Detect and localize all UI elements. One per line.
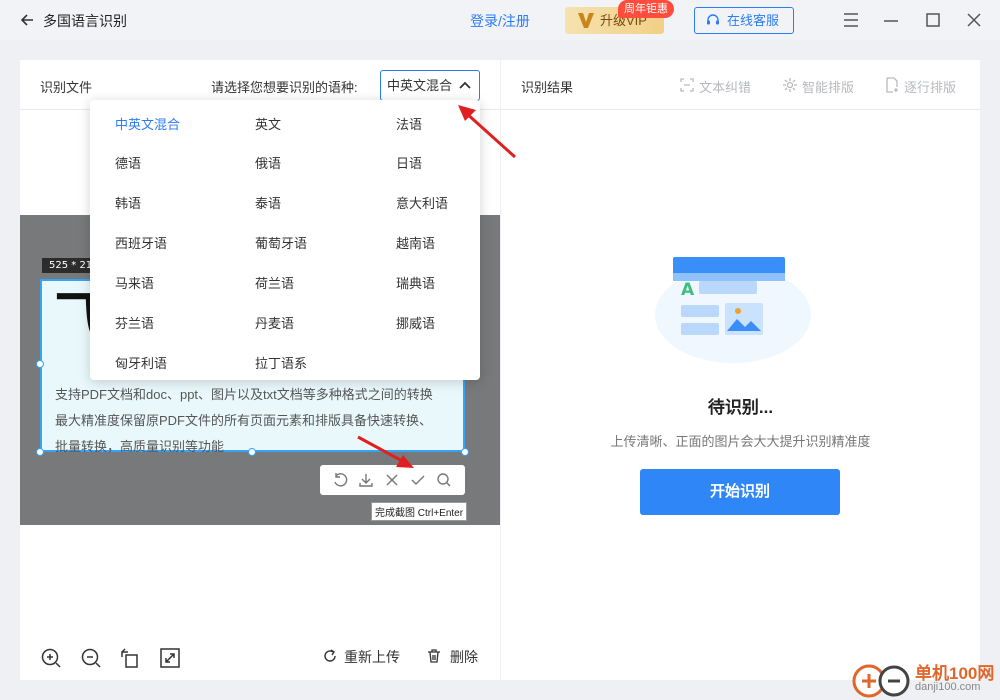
fit-screen-icon[interactable] [159, 647, 181, 669]
vip-v-icon [578, 13, 594, 28]
title-bar: 多国语言识别 登录/注册 升级VIP 周年钜惠 在线客服 [0, 0, 1000, 40]
recognition-result-panel: 识别结果 文本纠错 智能排版 逐行排版 A 待识别... 上传清晰、正面的图片会… [501, 60, 980, 680]
vip-promo-badge: 周年钜惠 [618, 0, 674, 18]
resize-handle[interactable] [36, 360, 44, 368]
language-option-finnish[interactable]: 芬兰语 [115, 313, 154, 332]
language-option-russian[interactable]: 俄语 [255, 153, 281, 172]
language-option-swedish[interactable]: 瑞典语 [396, 273, 435, 292]
refresh-icon [324, 649, 336, 662]
undo-icon[interactable] [331, 471, 349, 489]
recognition-result-label: 识别结果 [521, 80, 574, 95]
language-option-vietnamese[interactable]: 越南语 [396, 233, 435, 252]
document-plus-icon [886, 77, 898, 93]
language-dropdown: 中英文混合 英文 法语 德语 俄语 日语 韩语 泰语 意大利语 西班牙语 葡萄牙… [90, 100, 480, 380]
line-by-line-layout-button[interactable]: 逐行排版 [884, 77, 956, 96]
start-recognition-button[interactable]: 开始识别 [640, 469, 840, 515]
right-panel-header: 识别结果 文本纠错 智能排版 逐行排版 [501, 60, 980, 110]
preview-text-line: 批量转换，高质量识别等功能 [55, 439, 225, 454]
language-option-portuguese[interactable]: 葡萄牙语 [255, 233, 307, 252]
confirm-check-icon[interactable] [409, 471, 427, 489]
back-arrow-icon[interactable] [20, 11, 36, 29]
reupload-button[interactable]: 重新上传 [322, 647, 400, 667]
language-option-spanish[interactable]: 西班牙语 [115, 233, 167, 252]
language-option-german[interactable]: 德语 [115, 153, 141, 172]
left-bottom-toolbar: 重新上传 删除 [20, 636, 500, 680]
selected-language: 中英文混合 [387, 78, 453, 93]
maximize-icon[interactable] [922, 9, 944, 31]
pending-recognition-illustration: A [655, 257, 811, 363]
chevron-up-icon [459, 81, 471, 89]
language-option-italian[interactable]: 意大利语 [396, 193, 448, 212]
zoom-out-icon[interactable] [80, 647, 102, 669]
language-prompt: 请选择您想要识别的语种: [211, 80, 358, 95]
preview-text-line: 支持PDF文档和doc、ppt、图片以及txt文档等多种格式之间的转换 [55, 387, 433, 402]
language-option-thai[interactable]: 泰语 [255, 193, 281, 212]
language-option-chinese-english[interactable]: 中英文混合 [115, 114, 180, 133]
login-link[interactable]: 登录/注册 [470, 11, 530, 31]
language-option-french[interactable]: 法语 [396, 114, 422, 133]
language-option-japanese[interactable]: 日语 [396, 153, 422, 172]
minimize-icon[interactable] [880, 9, 902, 31]
text-correction-button[interactable]: 文本纠错 [679, 77, 751, 96]
online-service-button[interactable]: 在线客服 [694, 7, 794, 34]
finish-crop-tooltip: 完成截图 Ctrl+Enter [371, 502, 468, 521]
resize-handle[interactable] [36, 448, 44, 456]
language-option-norwegian[interactable]: 挪威语 [396, 313, 435, 332]
zoom-in-icon[interactable] [40, 647, 62, 669]
download-icon[interactable] [357, 471, 375, 489]
site-watermark: 单机100网 danji100.com [850, 655, 1000, 700]
language-option-hungarian[interactable]: 匈牙利语 [115, 353, 167, 372]
line-by-line-layout-label: 逐行排版 [904, 80, 957, 95]
smart-layout-button[interactable]: 智能排版 [782, 77, 854, 96]
svg-text:A: A [681, 280, 695, 300]
rotate-icon[interactable] [119, 647, 141, 669]
cancel-icon[interactable] [383, 471, 401, 489]
language-option-english[interactable]: 英文 [255, 114, 281, 133]
language-select[interactable]: 中英文混合 [380, 70, 480, 101]
language-option-latin[interactable]: 拉丁语系 [255, 353, 307, 372]
text-correction-label: 文本纠错 [699, 80, 752, 95]
language-option-dutch[interactable]: 荷兰语 [255, 273, 294, 292]
hint-text: 上传清晰、正面的图片会大大提升识别精准度 [610, 434, 871, 449]
language-option-danish[interactable]: 丹麦语 [255, 313, 294, 332]
resize-handle[interactable] [248, 448, 256, 456]
delete-label: 删除 [450, 649, 478, 665]
headset-icon [707, 14, 719, 25]
menu-icon[interactable] [840, 9, 862, 31]
resize-handle[interactable] [461, 448, 469, 456]
recognition-file-label: 识别文件 [40, 80, 93, 95]
reupload-label: 重新上传 [344, 649, 400, 665]
trash-icon [428, 649, 440, 663]
preview-text-line: 最大精准度保留原PDF文件的所有页面元素和排版具备快速转换、 [55, 413, 433, 428]
search-icon[interactable] [435, 471, 453, 489]
crop-toolbar [320, 465, 465, 495]
watermark-logo-icon [852, 664, 910, 698]
watermark-url: danji100.com [915, 681, 981, 693]
smart-layout-label: 智能排版 [802, 80, 855, 95]
online-service-label: 在线客服 [727, 13, 780, 28]
app-title: 多国语言识别 [43, 13, 127, 29]
text-correction-icon [680, 78, 694, 92]
language-option-malay[interactable]: 马来语 [115, 273, 154, 292]
status-text: 待识别... [707, 398, 774, 417]
language-option-korean[interactable]: 韩语 [115, 193, 141, 212]
gear-icon [783, 78, 797, 92]
delete-button[interactable]: 删除 [426, 647, 478, 667]
close-icon[interactable] [963, 9, 985, 31]
